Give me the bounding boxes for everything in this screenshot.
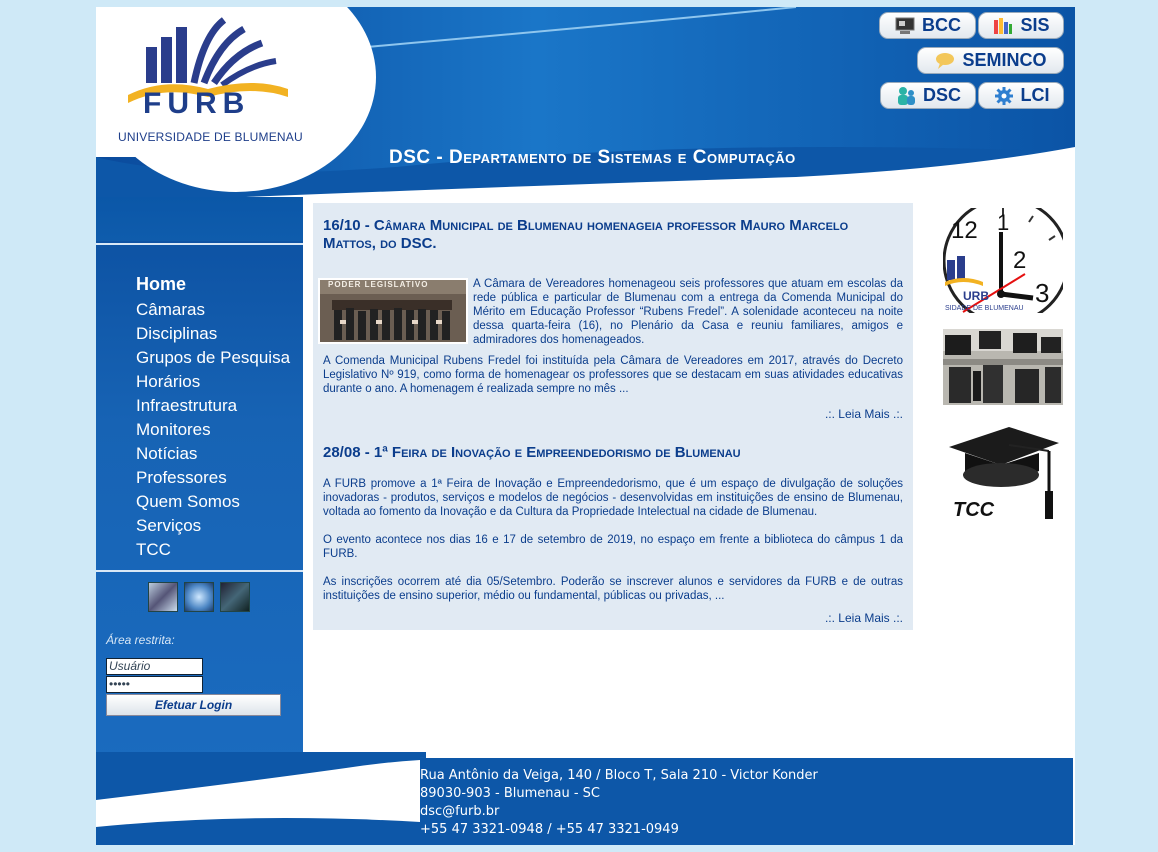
keyboard-icon[interactable]: [220, 582, 250, 612]
news-panel: 16/10 - Câmara Municipal de Blumenau hom…: [313, 203, 913, 630]
computer-icon: [894, 16, 916, 36]
svg-text:2: 2: [1013, 247, 1026, 274]
dsc-label: DSC: [922, 85, 961, 105]
lci-button[interactable]: LCI: [978, 82, 1064, 109]
tcc-link[interactable]: TCC: [945, 425, 1063, 525]
nav-item-tcc[interactable]: TCC: [136, 538, 290, 562]
username-field[interactable]: Usuário: [106, 658, 203, 675]
nav-item-disciplinas[interactable]: Disciplinas: [136, 322, 290, 346]
footer-address: Rua Antônio da Veiga, 140 / Bloco T, Sal…: [420, 768, 818, 783]
clock-icon: 12 2 3 1 URB SIDADE DE BLUMENAU: [943, 208, 1063, 313]
news-paragraph: A Comenda Municipal Rubens Fredel foi in…: [323, 355, 903, 395]
news-paragraph: A Câmara de Vereadores homenageou seis p…: [473, 278, 903, 346]
schedule-clock-link[interactable]: 12 2 3 1 URB SIDADE DE BLUMENAU: [943, 208, 1063, 313]
furb-logo[interactable]: FURB UNIVERSIDADE DE BLUMENAU: [96, 7, 376, 192]
page: FURB UNIVERSIDADE DE BLUMENAU BCC SIS SE…: [96, 7, 1075, 845]
nav-item-home[interactable]: Home: [136, 272, 290, 298]
nav-item-noticias[interactable]: Notícias: [136, 442, 290, 466]
department-title: DSC - Departamento de Sistemas e Computa…: [389, 147, 796, 168]
main-nav: Home Câmaras Disciplinas Grupos de Pesqu…: [136, 272, 290, 562]
ceremony-photo: [320, 280, 466, 342]
news-paragraph: As inscrições ocorrem até dia 05/Setembr…: [323, 576, 903, 602]
seminco-button[interactable]: SEMINCO: [917, 47, 1064, 74]
news-title[interactable]: 28/08 - 1ª Feira de Inovação e Empreende…: [323, 444, 903, 462]
lab-photo-link[interactable]: [943, 329, 1063, 405]
books-icon: [992, 16, 1014, 36]
news-paragraph: A FURB promove a 1ª Feira de Inovação e …: [323, 478, 903, 518]
speech-bubble-icon: [934, 51, 956, 71]
sidebar-divider: [96, 570, 303, 572]
nav-item-infraestrutura[interactable]: Infraestrutura: [136, 394, 290, 418]
nav-item-quem-somos[interactable]: Quem Somos: [136, 490, 290, 514]
dsc-button[interactable]: DSC: [880, 82, 976, 109]
read-more-link[interactable]: .:. Leia Mais .:.: [825, 611, 903, 625]
password-field[interactable]: •••••: [106, 676, 203, 693]
people-icon: [895, 86, 917, 106]
footer-email[interactable]: dsc@furb.br: [420, 803, 818, 821]
network-icon[interactable]: [148, 582, 178, 612]
photo-caption: PODER LEGISLATIVO: [328, 280, 429, 289]
header: FURB UNIVERSIDADE DE BLUMENAU BCC SIS SE…: [96, 7, 1075, 197]
bcc-button[interactable]: BCC: [879, 12, 976, 39]
news-image[interactable]: PODER LEGISLATIVO: [318, 278, 468, 344]
nav-item-horarios[interactable]: Horários: [136, 370, 290, 394]
globe-icon[interactable]: [184, 582, 214, 612]
logo-text: FURB: [143, 87, 251, 120]
nav-item-camaras[interactable]: Câmaras: [136, 298, 290, 322]
clock-logo-subtitle: SIDADE DE BLUMENAU: [945, 305, 1024, 312]
svg-text:12: 12: [951, 217, 978, 244]
gear-icon: [993, 86, 1015, 106]
news-title[interactable]: 16/10 - Câmara Municipal de Blumenau hom…: [323, 217, 903, 253]
footer-phone: +55 47 3321-0948 / +55 47 3321-0949: [420, 822, 679, 837]
svg-text:1: 1: [997, 210, 1009, 235]
nav-item-servicos[interactable]: Serviços: [136, 514, 290, 538]
tcc-image-label: TCC: [953, 499, 995, 521]
footer: Rua Antônio da Veiga, 140 / Bloco T, Sal…: [96, 752, 1075, 845]
news-paragraph: O evento acontece nos dias 16 e 17 de se…: [323, 534, 903, 560]
computer-lab-photo: [943, 329, 1063, 405]
nav-item-monitores[interactable]: Monitores: [136, 418, 290, 442]
quick-links: [148, 582, 250, 612]
sis-button[interactable]: SIS: [978, 12, 1064, 39]
lci-label: LCI: [1020, 85, 1050, 105]
sis-label: SIS: [1020, 15, 1050, 35]
svg-text:3: 3: [1035, 278, 1049, 308]
seminco-label: SEMINCO: [962, 50, 1047, 70]
footer-cep: 89030-903 - Blumenau - SC: [420, 786, 600, 801]
login-button[interactable]: Efetuar Login: [106, 694, 281, 716]
nav-item-professores[interactable]: Professores: [136, 466, 290, 490]
sidebar-divider: [96, 243, 303, 245]
nav-item-grupos-de-pesquisa[interactable]: Grupos de Pesquisa: [136, 346, 290, 370]
left-sidebar: Home Câmaras Disciplinas Grupos de Pesqu…: [96, 197, 303, 762]
footer-contact: Rua Antônio da Veiga, 140 / Bloco T, Sal…: [420, 767, 818, 839]
sidebar-top-band: [96, 197, 303, 241]
restricted-area-label: Área restrita:: [106, 633, 175, 647]
bcc-label: BCC: [922, 15, 961, 35]
read-more-link[interactable]: .:. Leia Mais .:.: [825, 407, 903, 421]
clock-logo-text: URB: [963, 289, 989, 303]
logo-subtitle: UNIVERSIDADE DE BLUMENAU: [118, 130, 303, 144]
